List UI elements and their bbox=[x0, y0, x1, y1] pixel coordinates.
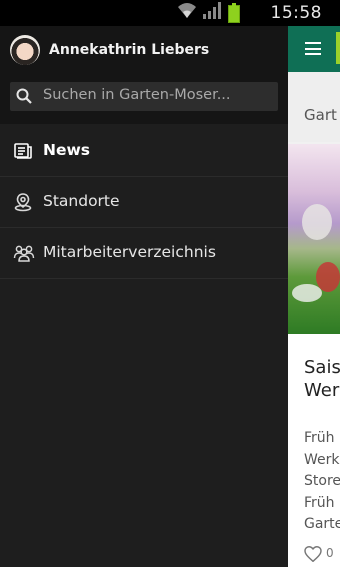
location-icon bbox=[13, 192, 33, 212]
app-toolbar bbox=[288, 26, 340, 72]
news-card-title: Sais Wer bbox=[304, 357, 340, 401]
like-count: 0 bbox=[326, 546, 334, 560]
search-icon bbox=[16, 88, 32, 104]
image-detail bbox=[292, 284, 322, 302]
nav-item-standorte[interactable]: Standorte bbox=[0, 177, 288, 228]
search-input[interactable]: Suchen in Garten-Moser... bbox=[10, 82, 278, 111]
nav-item-label: Standorte bbox=[43, 192, 120, 210]
like-button[interactable]: 0 bbox=[304, 545, 334, 567]
nav-item-mitarbeiterverzeichnis[interactable]: Mitarbeiterverzeichnis bbox=[0, 228, 288, 279]
status-time: 15:58 bbox=[270, 3, 322, 23]
drawer-header: Annekathrin Liebers Suchen in Garten-Mos… bbox=[0, 26, 288, 124]
background-app: Gart Sais Wer Früh Werk Store Früh Garte… bbox=[288, 26, 340, 567]
news-card-image bbox=[288, 144, 340, 334]
subheader-title: Gart bbox=[304, 106, 337, 124]
user-name[interactable]: Annekathrin Liebers bbox=[49, 42, 209, 58]
battery-icon bbox=[228, 3, 240, 23]
signal-icon bbox=[202, 1, 224, 23]
news-icon bbox=[13, 141, 33, 161]
app-subheader: Gart bbox=[288, 72, 340, 142]
people-icon bbox=[13, 243, 35, 263]
nav-item-label: News bbox=[43, 141, 91, 159]
hamburger-menu-icon[interactable] bbox=[305, 42, 321, 55]
search-placeholder: Suchen in Garten-Moser... bbox=[43, 87, 231, 103]
avatar[interactable] bbox=[10, 35, 40, 65]
nav-item-news[interactable]: News bbox=[0, 126, 288, 177]
toolbar-accent bbox=[336, 32, 340, 64]
status-bar: 15:58 bbox=[0, 0, 340, 26]
image-detail bbox=[302, 204, 332, 240]
news-card-text: Früh Werk Store Früh Garte bbox=[304, 430, 340, 532]
nav-item-label: Mitarbeiterverzeichnis bbox=[43, 243, 216, 261]
navigation-drawer: Annekathrin Liebers Suchen in Garten-Mos… bbox=[0, 26, 288, 567]
wifi-icon bbox=[176, 1, 198, 23]
status-icons bbox=[176, 1, 240, 23]
heart-icon bbox=[304, 545, 322, 563]
news-card[interactable]: Sais Wer Früh Werk Store Früh Garte 0 bbox=[288, 144, 340, 567]
